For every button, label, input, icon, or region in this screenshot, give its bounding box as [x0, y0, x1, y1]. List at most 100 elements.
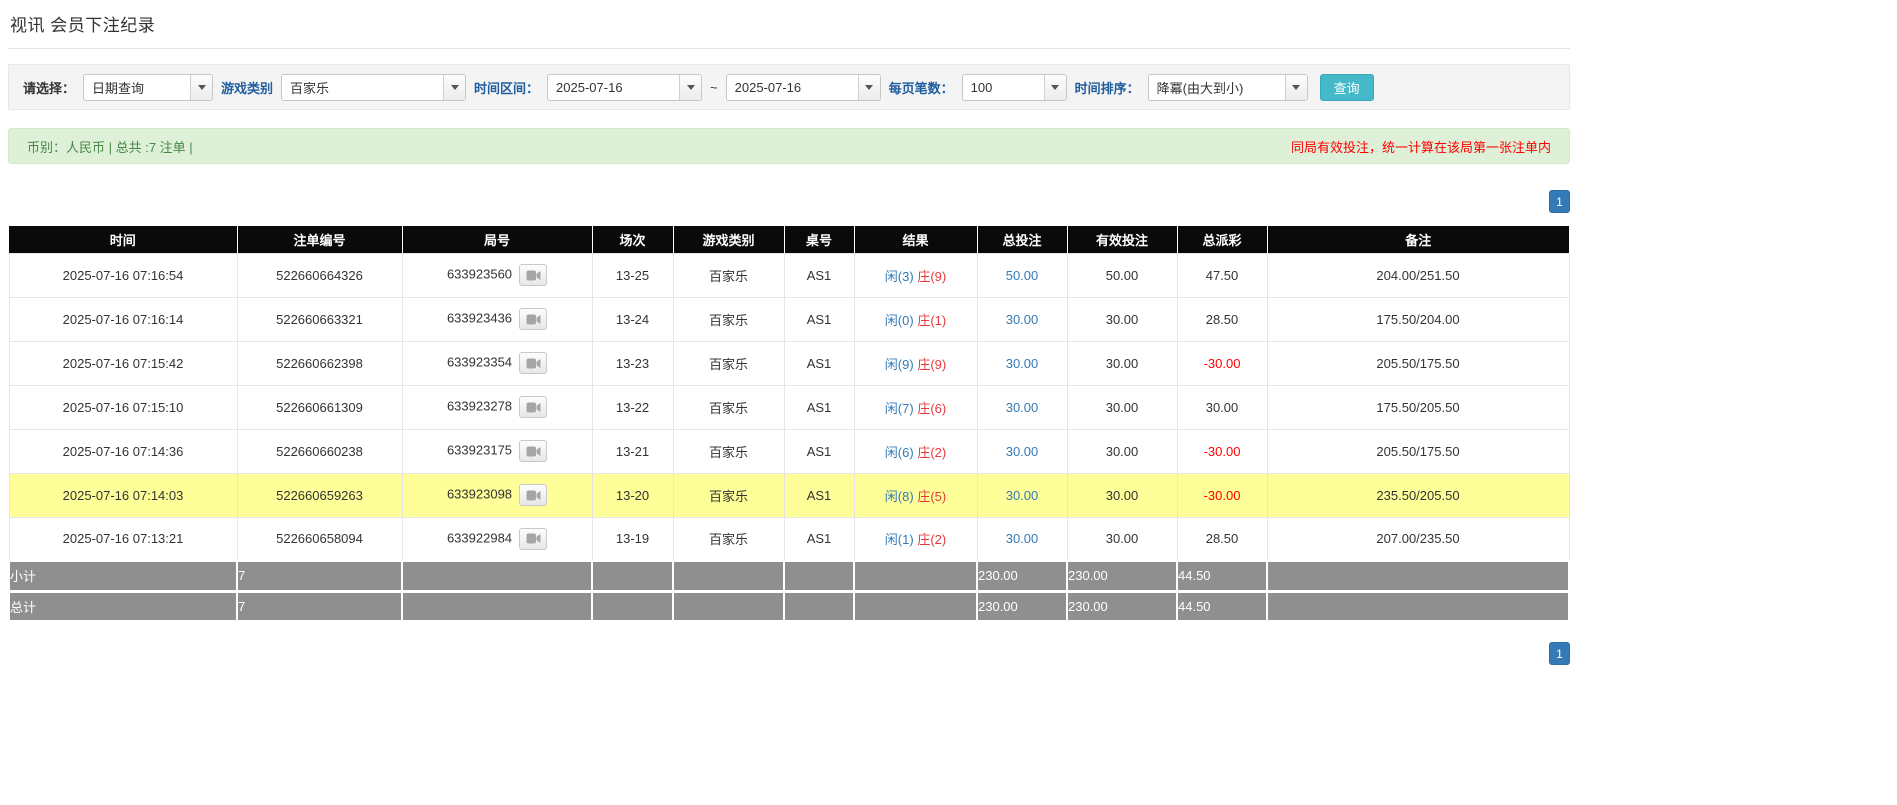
subtotal-empty-cell [1267, 561, 1569, 591]
cell-game-type: 百家乐 [673, 473, 784, 517]
result-banker: 庄(6) [917, 401, 946, 416]
date-from-select[interactable]: 2025-07-16 [547, 74, 702, 101]
result-player: 闲(7) [885, 401, 914, 416]
cell-total-bet[interactable]: 30.00 [977, 297, 1067, 341]
cell-payout: 47.50 [1177, 253, 1267, 297]
subtotal-empty-cell [854, 561, 977, 591]
total-empty-cell [854, 591, 977, 621]
game-type-label: 游戏类别 [221, 78, 273, 97]
video-replay-button[interactable] [519, 352, 547, 374]
cell-valid-bet: 30.00 [1067, 385, 1177, 429]
cell-table-no: AS1 [784, 297, 854, 341]
result-player: 闲(3) [885, 269, 914, 284]
total-empty-cell [1267, 591, 1569, 621]
round-id-text: 633923560 [447, 266, 512, 281]
round-id-text: 633922984 [447, 530, 512, 545]
cell-table-no: AS1 [784, 517, 854, 561]
query-type-select[interactable]: 日期查询 [83, 74, 213, 101]
time-range-label: 时间区间： [474, 78, 539, 97]
cell-session: 13-21 [592, 429, 673, 473]
total-valid-bet: 230.00 [1067, 591, 1177, 621]
page-1-button[interactable]: 1 [1549, 190, 1570, 213]
cell-result: 闲(9) 庄(9) [854, 341, 977, 385]
sort-select[interactable]: 降冪(由大到小) [1148, 74, 1308, 101]
cell-total-bet[interactable]: 30.00 [977, 341, 1067, 385]
video-camera-icon [526, 358, 541, 369]
cell-payout: -30.00 [1177, 429, 1267, 473]
cell-session: 13-22 [592, 385, 673, 429]
search-button[interactable]: 查询 [1320, 74, 1374, 101]
chevron-down-icon[interactable] [858, 75, 880, 100]
cell-valid-bet: 30.00 [1067, 473, 1177, 517]
chevron-down-icon[interactable] [190, 75, 212, 100]
bet-records-table: 时间 注单编号 局号 场次 游戏类别 桌号 结果 总投注 有效投注 总派彩 备注… [8, 226, 1570, 622]
col-header-game-type: 游戏类别 [673, 226, 784, 253]
cell-remark: 175.50/204.00 [1267, 297, 1569, 341]
chevron-down-icon[interactable] [443, 75, 465, 100]
cell-result: 闲(1) 庄(2) [854, 517, 977, 561]
cell-table-no: AS1 [784, 341, 854, 385]
col-header-remark: 备注 [1267, 226, 1569, 253]
cell-total-bet[interactable]: 30.00 [977, 429, 1067, 473]
table-row: 2025-07-16 07:14:03522660659263633923098… [9, 473, 1569, 517]
cell-time: 2025-07-16 07:16:54 [9, 253, 237, 297]
cell-total-bet[interactable]: 30.00 [977, 385, 1067, 429]
col-header-session: 场次 [592, 226, 673, 253]
cell-payout: 28.50 [1177, 517, 1267, 561]
video-replay-button[interactable] [519, 528, 547, 550]
col-header-result: 结果 [854, 226, 977, 253]
cell-table-no: AS1 [784, 253, 854, 297]
total-empty-cell [592, 591, 673, 621]
cell-remark: 235.50/205.50 [1267, 473, 1569, 517]
page-size-select[interactable]: 100 [962, 74, 1067, 101]
cell-session: 13-24 [592, 297, 673, 341]
video-replay-button[interactable] [519, 484, 547, 506]
video-replay-button[interactable] [519, 264, 547, 286]
chevron-down-icon[interactable] [679, 75, 701, 100]
video-replay-button[interactable] [519, 308, 547, 330]
cell-round-id: 633923098 [402, 473, 592, 517]
video-camera-icon [526, 314, 541, 325]
result-player: 闲(8) [885, 489, 914, 504]
cell-session: 13-25 [592, 253, 673, 297]
game-type-value: 百家乐 [282, 75, 443, 100]
chevron-down-icon[interactable] [1285, 75, 1307, 100]
cell-table-no: AS1 [784, 473, 854, 517]
cell-valid-bet: 30.00 [1067, 341, 1177, 385]
video-replay-button[interactable] [519, 396, 547, 418]
result-banker: 庄(9) [917, 269, 946, 284]
video-camera-icon [526, 446, 541, 457]
video-replay-button[interactable] [519, 440, 547, 462]
video-camera-icon [526, 490, 541, 501]
result-banker: 庄(2) [917, 445, 946, 460]
sort-value: 降冪(由大到小) [1149, 75, 1285, 100]
result-banker: 庄(9) [917, 357, 946, 372]
table-header-row: 时间 注单编号 局号 场次 游戏类别 桌号 结果 总投注 有效投注 总派彩 备注 [9, 226, 1569, 253]
subtotal-empty-cell [784, 561, 854, 591]
cell-time: 2025-07-16 07:13:21 [9, 517, 237, 561]
date-to-select[interactable]: 2025-07-16 [726, 74, 881, 101]
cell-table-no: AS1 [784, 429, 854, 473]
date-from-value: 2025-07-16 [548, 75, 679, 100]
cell-valid-bet: 30.00 [1067, 517, 1177, 561]
notice-text: 同局有效投注，统一计算在该局第一张注单内 [1291, 137, 1551, 156]
cell-total-bet[interactable]: 30.00 [977, 517, 1067, 561]
page-title: 视讯 会员下注纪录 [10, 11, 1568, 36]
cell-total-bet[interactable]: 50.00 [977, 253, 1067, 297]
cell-bet-id: 522660660238 [237, 429, 402, 473]
col-header-round-id: 局号 [402, 226, 592, 253]
total-empty-cell [402, 591, 592, 621]
cell-result: 闲(6) 庄(2) [854, 429, 977, 473]
chevron-down-icon[interactable] [1044, 75, 1066, 100]
content: 视讯 会员下注纪录 请选择： 日期查询 游戏类别 百家乐 时间区间： 2025-… [0, 0, 1570, 665]
result-banker: 庄(2) [917, 532, 946, 547]
col-header-time: 时间 [9, 226, 237, 253]
cell-result: 闲(0) 庄(1) [854, 297, 977, 341]
cell-total-bet[interactable]: 30.00 [977, 473, 1067, 517]
total-payout: 44.50 [1177, 591, 1267, 621]
subtotal-total-bet: 230.00 [977, 561, 1067, 591]
game-type-select[interactable]: 百家乐 [281, 74, 466, 101]
cell-remark: 207.00/235.50 [1267, 517, 1569, 561]
page-1-button[interactable]: 1 [1549, 642, 1570, 665]
cell-remark: 205.50/175.50 [1267, 341, 1569, 385]
